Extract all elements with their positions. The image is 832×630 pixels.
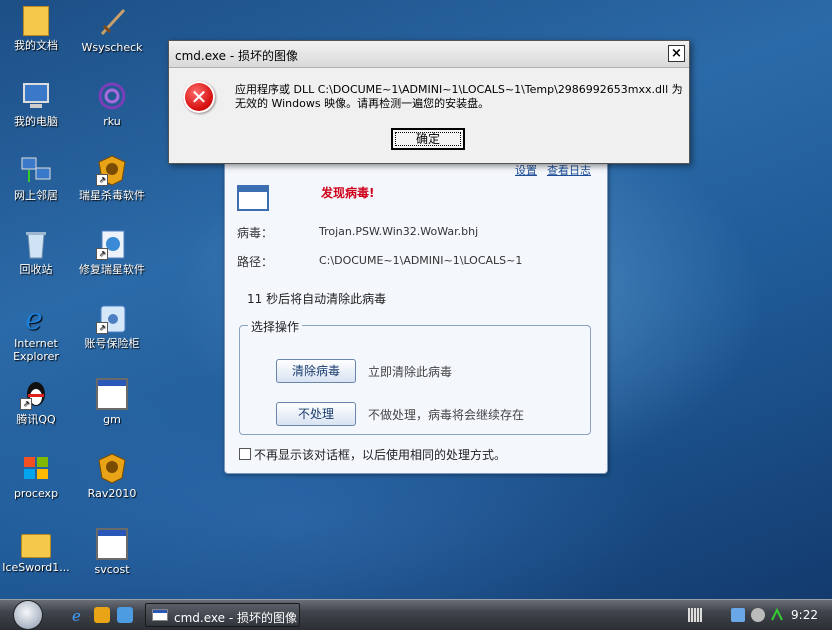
desktop-icon-label: 回收站 — [19, 263, 53, 276]
desktop-icon-qq[interactable]: ↗ 腾讯QQ — [1, 378, 71, 426]
dont-show-again-label: 不再显示该对话框，以后使用相同的处理方式。 — [254, 448, 507, 462]
shortcut-arrow-icon: ↗ — [96, 174, 108, 186]
desktop-icon-icesword[interactable]: IceSword1... — [1, 528, 71, 574]
shortcut-arrow-icon: ↗ — [96, 322, 108, 334]
clean-virus-button[interactable]: 清除病毒 — [276, 359, 356, 383]
desktop-icon-label: rku — [103, 115, 121, 128]
rising-antivirus-icon: ↗ — [96, 154, 128, 186]
settings-link[interactable]: 设置 — [515, 162, 537, 178]
window-icon — [96, 528, 128, 560]
window-icon — [152, 609, 168, 621]
desktop-icon-label: gm — [103, 413, 121, 426]
auto-clean-countdown: 11 秒后将自动清除此病毒 — [247, 292, 387, 306]
qq-penguin-icon: ↗ — [20, 378, 52, 410]
desktop-icon-label: IceSword1... — [2, 561, 70, 574]
rising-lion-icon — [96, 452, 128, 484]
start-button[interactable] — [14, 601, 42, 629]
desktop-icon-label: 我的文档 — [14, 39, 58, 52]
desktop-icon-rising-antivirus[interactable]: ↗ 瑞星杀毒软件 — [77, 154, 147, 202]
taskbar-item-cmd[interactable]: cmd.exe - 损坏的图像 — [145, 603, 300, 627]
path-label: 路径： — [237, 255, 274, 269]
ie-quicklaunch-icon[interactable]: e — [70, 607, 86, 625]
network-tray-icon[interactable] — [731, 608, 745, 622]
svg-text:e: e — [72, 607, 81, 623]
clock: 9:22 — [791, 608, 818, 622]
rootkit-unhooker-icon — [96, 80, 128, 112]
desktop-icon-internet-explorer[interactable]: e Internet Explorer — [1, 302, 71, 363]
folder-icon — [21, 534, 51, 558]
desktop-icon-my-computer[interactable]: 我的电脑 — [1, 80, 71, 128]
path-value: C:\DOCUME~1\ADMINI~1\LOCALS~1 — [319, 254, 523, 267]
desktop-icon-label: 瑞星杀毒软件 — [79, 189, 145, 202]
repair-icon: ↗ — [96, 228, 128, 260]
svg-text:e: e — [25, 302, 43, 334]
rising-tray-icon[interactable] — [770, 607, 784, 622]
account-safe-icon: ↗ — [96, 302, 128, 334]
desktop-icon-label: 我的电脑 — [14, 115, 58, 128]
close-button[interactable]: × — [668, 45, 685, 62]
desktop-icon-label: Internet Explorer — [13, 337, 59, 363]
dialog-title: cmd.exe - 损坏的图像 — [175, 49, 298, 63]
error-icon: ✕ — [183, 81, 215, 113]
desktop-icon-label: 账号保险柜 — [84, 337, 140, 350]
network-icon — [20, 154, 52, 186]
desktop-icon-label: 腾讯QQ — [16, 413, 56, 426]
desktop-icon-network[interactable]: 网上邻居 — [1, 154, 71, 202]
desktop-icon-recycle-bin[interactable]: 回收站 — [1, 228, 71, 276]
dialog-message: 应用程序或 DLL C:\DOCUME~1\ADMINI~1\LOCALS~1\… — [235, 83, 683, 110]
desktop-icon-svcost[interactable]: svcost — [77, 528, 147, 576]
taskbar-item-label: cmd.exe - 损坏的图像 — [174, 611, 297, 625]
virus-name: Trojan.PSW.Win32.WoWar.bhj — [319, 225, 479, 238]
dialog-title-bar[interactable]: cmd.exe - 损坏的图像 × — [169, 41, 689, 68]
keyboard-icon[interactable] — [688, 608, 702, 622]
shortcut-arrow-icon: ↗ — [20, 398, 32, 410]
desktop-icon-label: 修复瑞星软件 — [79, 263, 145, 276]
desktop-icon-my-documents[interactable]: 我的文档 — [1, 6, 71, 52]
desktop-icon-wsyscheck[interactable]: Wsyscheck — [77, 6, 147, 54]
virus-label: 病毒： — [237, 226, 274, 240]
desktop-icon-rav2010[interactable]: Rav2010 — [77, 452, 147, 500]
desktop-icon-repair-rising[interactable]: ↗ 修复瑞星软件 — [77, 228, 147, 276]
ie-icon: e — [20, 302, 52, 337]
view-log-link[interactable]: 查看日志 — [547, 162, 591, 178]
desktop-icon-label: 网上邻居 — [14, 189, 58, 202]
computer-icon — [20, 80, 52, 112]
documents-folder-icon — [23, 6, 49, 36]
volume-icon[interactable] — [751, 608, 765, 622]
antivirus-alert-window: 设置 查看日志 发现病毒! 病毒： Trojan.PSW.Win32.WoWar… — [224, 150, 608, 474]
desktop-icon-rku[interactable]: rku — [77, 80, 147, 128]
recycle-bin-icon — [20, 228, 52, 260]
desktop-icon-label: svcost — [94, 563, 130, 576]
desktop-icon-label: Wsyscheck — [81, 41, 143, 54]
ok-button[interactable]: 确定 — [391, 128, 465, 150]
virus-found-alert: 发现病毒! — [321, 186, 375, 200]
window-icon — [237, 185, 269, 211]
desktop-icon-procexp[interactable]: procexp — [1, 452, 71, 500]
clean-virus-desc: 立即清除此病毒 — [368, 365, 453, 379]
error-dialog: cmd.exe - 损坏的图像 × ✕ 应用程序或 DLL C:\DOCUME~… — [168, 40, 690, 164]
dont-show-again-row[interactable]: 不再显示该对话框，以后使用相同的处理方式。 — [239, 446, 506, 463]
desktop-icon-label: Rav2010 — [87, 487, 137, 500]
windows-flag-icon — [20, 452, 52, 484]
action-group-title: 选择操作 — [248, 318, 303, 335]
ignore-button[interactable]: 不处理 — [276, 402, 356, 426]
desktop-icon-label: procexp — [13, 487, 59, 500]
shortcut-arrow-icon: ↗ — [96, 248, 108, 260]
dont-show-again-checkbox[interactable] — [239, 448, 251, 460]
repair-quicklaunch-icon[interactable] — [117, 607, 133, 623]
ignore-desc: 不做处理，病毒将会继续存在 — [368, 408, 525, 422]
desktop-icon-account-safe[interactable]: ↗ 账号保险柜 — [77, 302, 147, 350]
taskbar: e cmd.exe - 损坏的图像 9:22 — [0, 599, 832, 630]
sword-icon — [96, 6, 128, 38]
action-group: 选择操作 清除病毒 立即清除此病毒 不处理 不做处理，病毒将会继续存在 — [239, 318, 591, 435]
desktop-icon-gm[interactable]: gm — [77, 378, 147, 426]
rising-quicklaunch-icon[interactable] — [94, 607, 110, 623]
window-icon — [96, 378, 128, 410]
